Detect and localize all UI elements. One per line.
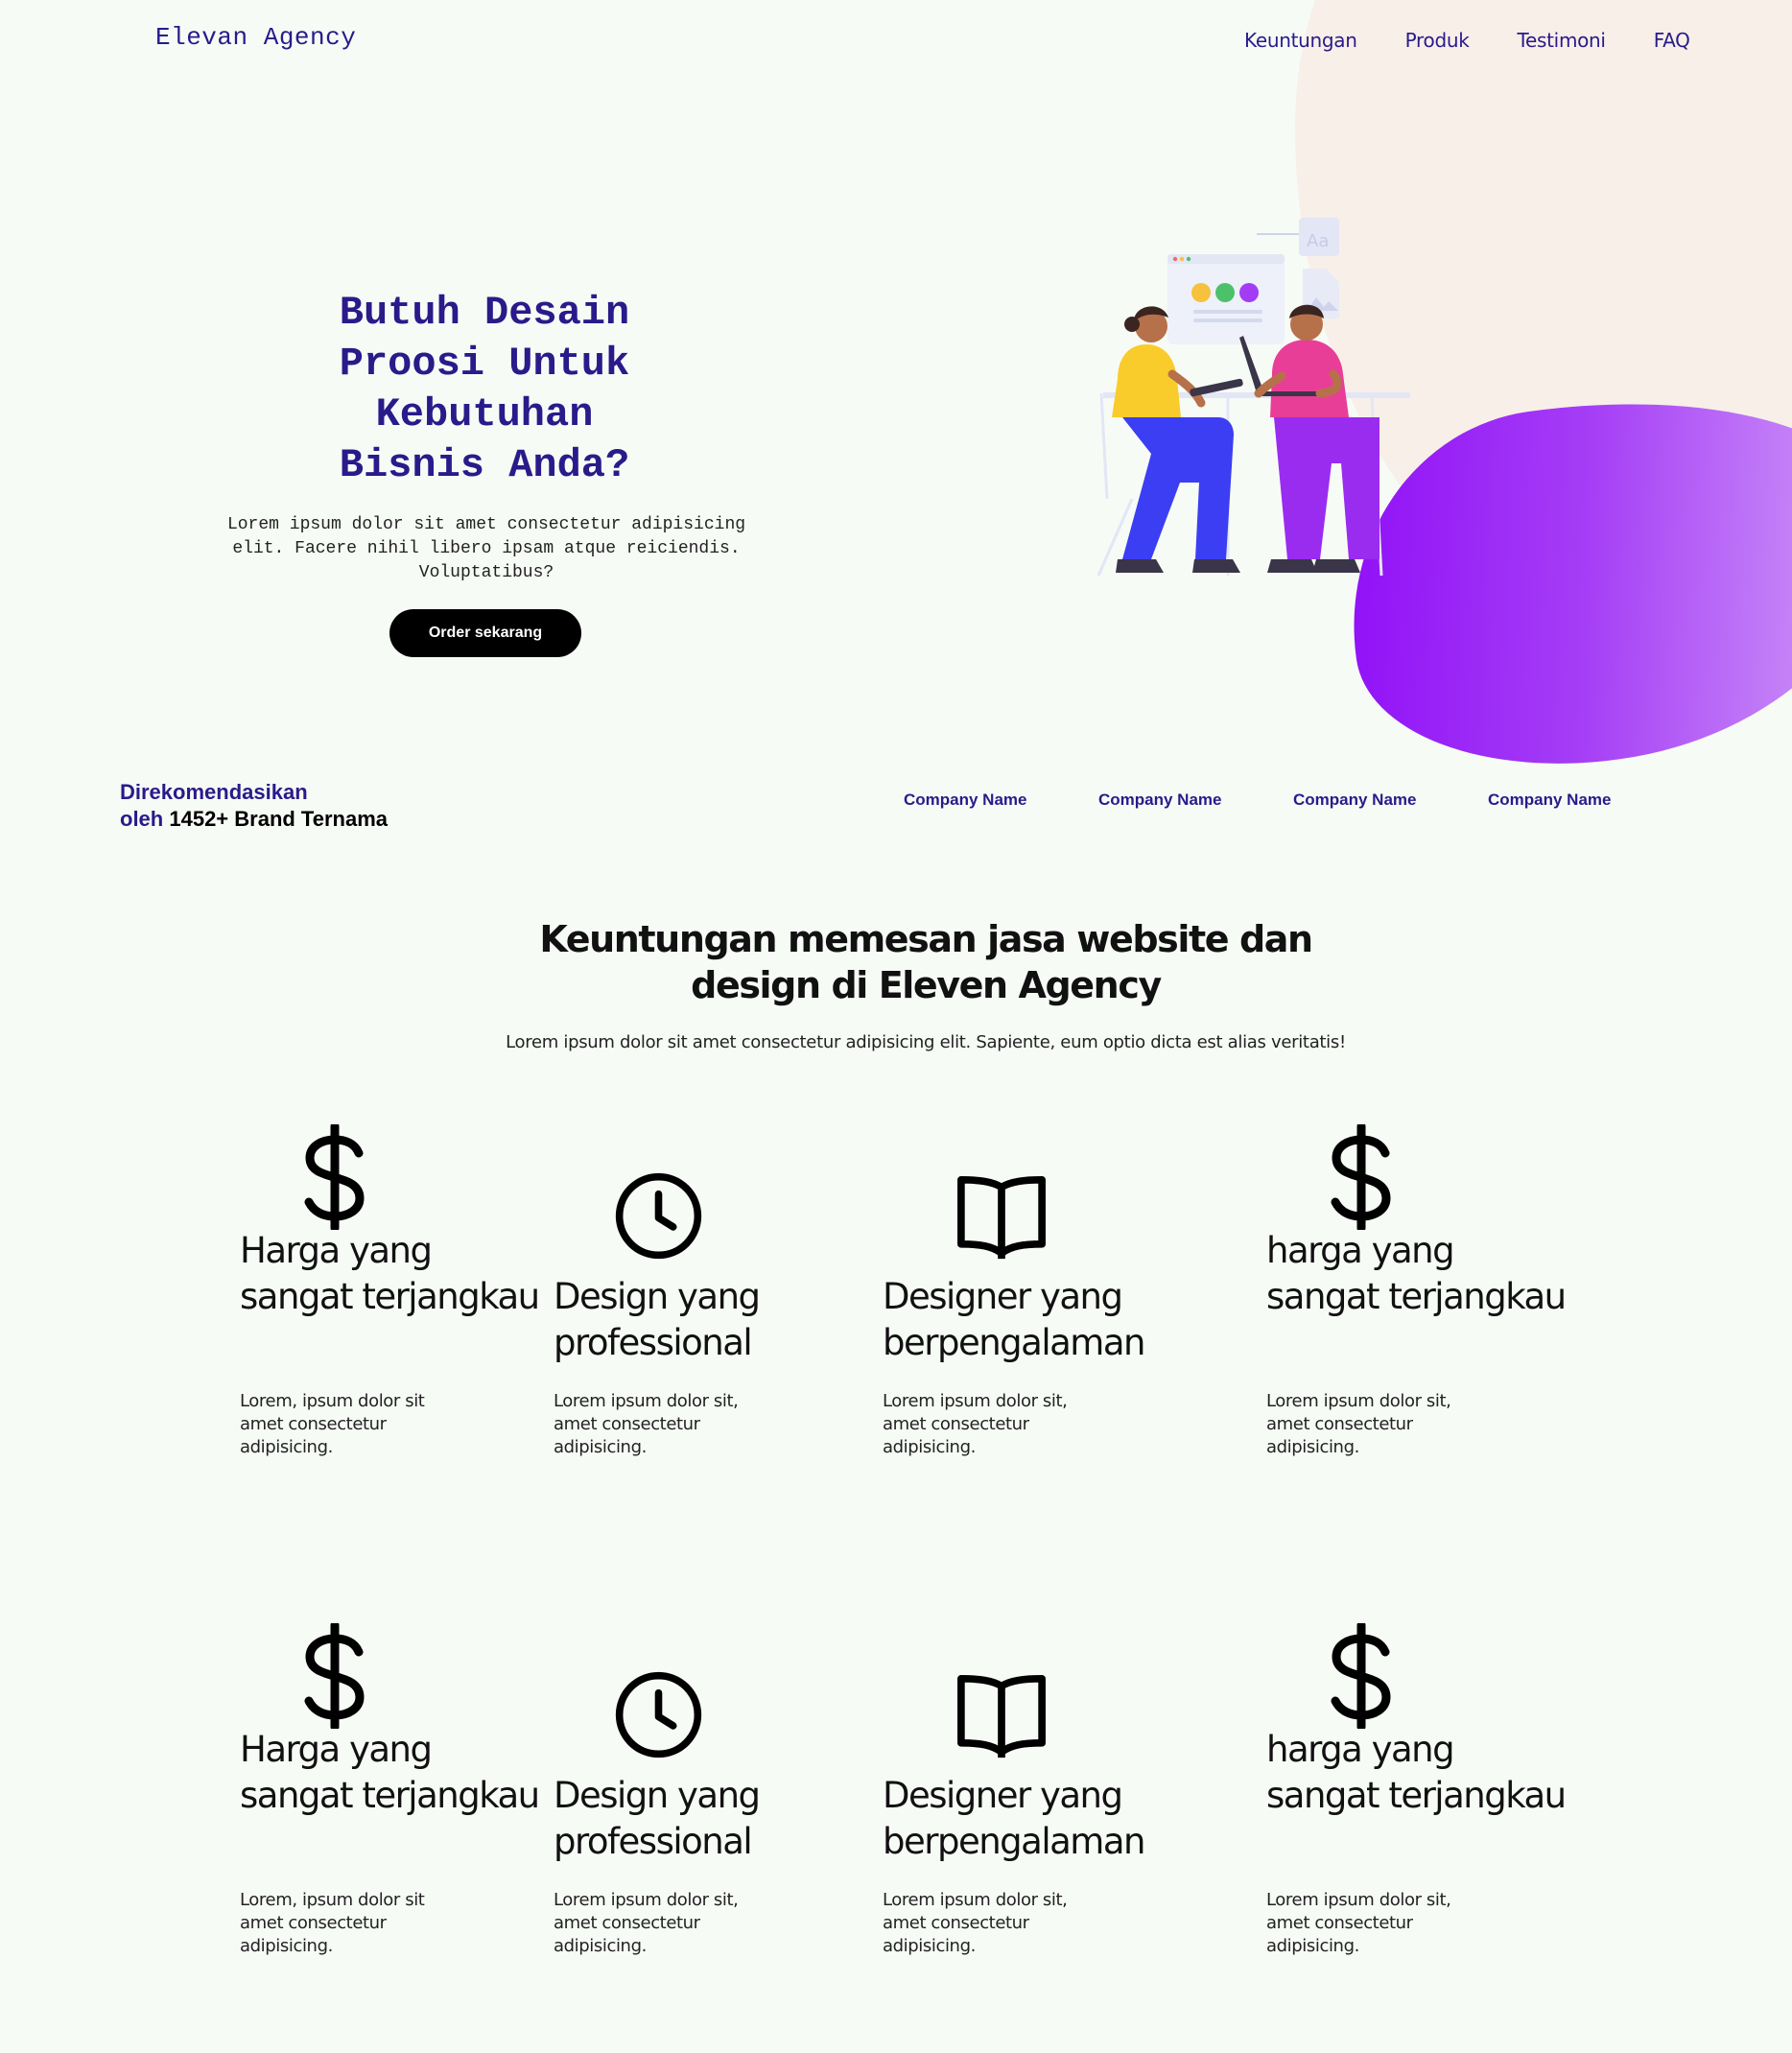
company-name: Company Name [1488,791,1612,809]
benefit-title: Harga yang sangat terjangkau [240,1230,540,1317]
hero-title: Butuh Desain Proosi Untuk Kebutuhan Bisn… [339,290,630,488]
dollar-icon [304,1124,365,1230]
recommended-prefix: oleh [120,807,164,831]
brand-logo[interactable]: Elevan Agency [155,23,356,52]
benefit-title: Designer yang berpengalaman [883,1276,1145,1363]
benefit-description: Lorem ipsum dolor sit, amet consectetur … [554,1391,739,1457]
benefit-title: Design yang professional [554,1276,761,1363]
benefit-description: Lorem, ipsum dolor sit amet consectetur … [240,1890,425,1956]
company-name: Company Name [1293,791,1417,809]
recommended-block: Direkomendasikan oleh 1452+ Brand Ternam… [120,779,388,833]
hero-description: Lorem ipsum dolor sit amet consectetur a… [226,515,746,582]
company-name: Company Name [1098,791,1222,809]
benefit-description: Lorem ipsum dolor sit, amet consectetur … [883,1391,1068,1457]
order-button[interactable]: Order sekarang [389,609,581,657]
recommended-label: Direkomendasikan [120,780,308,804]
benefits-subtitle: Lorem ipsum dolor sit amet consectetur a… [506,1032,1346,1052]
clock-icon [615,1671,702,1758]
benefit-description: Lorem ipsum dolor sit, amet consectetur … [883,1890,1068,1956]
svg-text:Aa: Aa [1307,231,1329,251]
nav-testimoni[interactable]: Testimoni [1518,29,1607,52]
company-logos: Company Name Company Name Company Name C… [904,791,1683,810]
hero-illustration: Aa [1096,218,1410,577]
benefit-description: Lorem ipsum dolor sit, amet consectetur … [1266,1890,1451,1956]
benefit-title: Harga yang sangat terjangkau [240,1729,540,1816]
benefit-title: harga yang sangat terjangkau [1266,1230,1567,1317]
company-name: Company Name [904,791,1027,809]
book-icon [957,1675,1046,1758]
recommended-brand-count: 1452+ Brand Ternama [169,807,389,831]
dollar-icon [304,1623,365,1729]
benefits-title: Keuntungan memesan jasa website dan desi… [539,918,1313,1006]
book-icon [957,1176,1046,1260]
benefit-description: Lorem, ipsum dolor sit amet consectetur … [240,1391,425,1457]
benefit-description: Lorem ipsum dolor sit, amet consectetur … [1266,1391,1451,1457]
benefit-title: harga yang sangat terjangkau [1266,1729,1567,1816]
benefit-title: Designer yang berpengalaman [883,1775,1145,1862]
benefit-description: Lorem ipsum dolor sit, amet consectetur … [554,1890,739,1956]
nav-faq[interactable]: FAQ [1654,29,1690,52]
landing-page: Elevan Agency Keuntungan Produk Testimon… [0,0,1792,2053]
nav-keuntungan[interactable]: Keuntungan [1244,29,1357,52]
dollar-icon [1331,1124,1391,1230]
dollar-icon [1331,1623,1391,1729]
main-nav: Keuntungan Produk Testimoni FAQ [1244,29,1690,52]
clock-icon [615,1172,702,1260]
benefit-title: Design yang professional [554,1775,761,1862]
nav-produk[interactable]: Produk [1405,29,1470,52]
